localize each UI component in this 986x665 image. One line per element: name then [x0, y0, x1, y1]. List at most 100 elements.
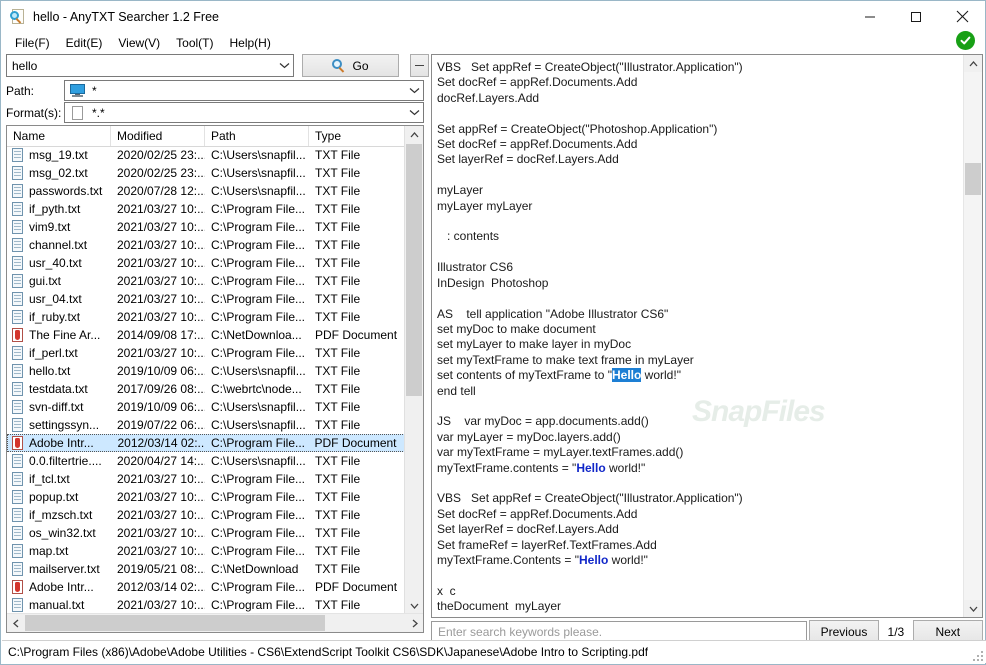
column-header-path[interactable]: Path [205, 126, 309, 146]
scroll-up-icon[interactable] [405, 126, 423, 143]
table-row[interactable]: 0.0.filtertrie.... 2020/04/27 14:... C:\Us… [7, 452, 407, 470]
preview-search-input[interactable]: Enter search keywords please. [431, 621, 807, 642]
menu-view[interactable]: View(V) [110, 34, 168, 52]
collapse-panel-button[interactable] [410, 54, 429, 77]
table-row[interactable]: os_win32.txt 2021/03/27 10:... C:\Program … [7, 524, 407, 542]
preview-line: myLayer myLayer [437, 198, 533, 213]
keyword-combobox[interactable]: hello [6, 54, 294, 77]
left-panel: hello Go Path: * Format(s): *.* Name Mod… [1, 54, 429, 639]
table-row[interactable]: svn-diff.txt 2019/10/09 06:... C:\Users\sn… [7, 398, 407, 416]
anytxt-searcher-window: hello - AnyTXT Searcher 1.2 Free File(F)… [0, 0, 986, 665]
table-row[interactable]: manual.txt 2021/03/27 10:... C:\Program Fi… [7, 596, 407, 614]
table-row[interactable]: popup.txt 2021/03/27 10:... C:\Program Fil… [7, 488, 407, 506]
table-row[interactable]: map.txt 2021/03/27 10:... C:\Program File.… [7, 542, 407, 560]
match-highlight: Hello [578, 553, 609, 567]
file-list-horizontal-scrollbar[interactable] [7, 613, 423, 632]
table-row[interactable]: msg_02.txt 2020/02/25 23:... C:\Users\snap… [7, 164, 407, 182]
cell-type: PDF Document [314, 436, 397, 450]
table-row[interactable]: if_tcl.txt 2021/03/27 10:... C:\Program Fi… [7, 470, 407, 488]
preview-line [437, 615, 958, 617]
go-button[interactable]: Go [302, 54, 399, 77]
minimize-button[interactable] [847, 1, 893, 32]
cell-type: TXT File [315, 148, 361, 162]
table-row[interactable]: channel.txt 2021/03/27 10:... C:\Program F… [7, 236, 407, 254]
table-row[interactable]: if_mzsch.txt 2021/03/27 10:... C:\Program … [7, 506, 407, 524]
preview-scroll-thumb[interactable] [965, 163, 981, 195]
file-name-label: vim9.txt [29, 220, 71, 234]
column-header-modified[interactable]: Modified [111, 126, 205, 146]
column-header-name[interactable]: Name [7, 126, 111, 146]
table-row[interactable]: if_pyth.txt 2021/03/27 10:... C:\Program F… [7, 200, 407, 218]
table-row[interactable]: vim9.txt 2021/03/27 10:... C:\Program File… [7, 218, 407, 236]
scroll-right-icon[interactable] [406, 614, 423, 632]
preview-line [437, 568, 958, 583]
cell-modified: 2019/10/09 06:... [117, 400, 205, 414]
status-bar: C:\Program Files (x86)\Adobe\Adobe Utili… [2, 640, 986, 663]
table-row[interactable]: if_ruby.txt 2021/03/27 10:... C:\Program F… [7, 308, 407, 326]
column-header-type[interactable]: Type [309, 126, 407, 146]
close-button[interactable] [939, 1, 985, 32]
resize-grip[interactable] [971, 649, 983, 661]
table-row[interactable]: The Fine Ar... 2014/09/08 17:... C:\NetDow… [7, 326, 407, 344]
path-chevron-down-icon[interactable] [405, 80, 423, 101]
keyword-input[interactable]: hello [7, 59, 275, 73]
preview-line: var myTextFrame = myLayer.textFrames.add… [437, 445, 684, 460]
menu-help[interactable]: Help(H) [222, 34, 279, 52]
table-row[interactable]: Adobe Intr... 2012/03/14 02:... C:\Program… [7, 578, 407, 596]
cell-modified: 2021/03/27 10:... [117, 238, 205, 252]
cell-type: TXT File [315, 562, 361, 576]
formats-combobox[interactable]: *.* [64, 102, 424, 123]
cell-type: TXT File [315, 544, 361, 558]
table-row[interactable]: Adobe Intr... 2012/03/14 02:... C:\Program… [7, 434, 407, 452]
index-status-green-check-icon[interactable] [956, 31, 975, 50]
table-row[interactable]: passwords.txt 2020/07/28 12:... C:\Users\s… [7, 182, 407, 200]
cell-path: C:\Program File... [211, 526, 306, 540]
file-list-vertical-scrollbar[interactable] [404, 126, 423, 614]
preview-text-run: world!" [641, 368, 681, 383]
results-file-list[interactable]: Name Modified Path Type msg_19.txt 2020/0… [6, 125, 424, 633]
text-file-icon [11, 201, 24, 217]
table-row[interactable]: settingssyn... 2019/07/22 06:... C:\Users\… [7, 416, 407, 434]
path-combobox[interactable]: * [64, 80, 424, 101]
preview-line: theDocument myLayer [437, 599, 562, 614]
preview-line: Set layerRef = docRef.Layers.Add [437, 152, 619, 167]
menu-edit[interactable]: Edit(E) [58, 34, 111, 52]
preview-scroll-down-icon[interactable] [964, 600, 982, 617]
cell-modified: 2020/02/25 23:... [117, 166, 205, 180]
document-preview-pane[interactable]: SnapFiles VBS Set appRef = CreateObject(… [431, 54, 983, 618]
cell-path: C:\Program File... [211, 346, 306, 360]
file-list-scroll-thumb[interactable] [406, 144, 422, 396]
table-row[interactable]: usr_04.txt 2021/03/27 10:... C:\Program Fi… [7, 290, 407, 308]
text-file-icon [11, 417, 24, 433]
table-row[interactable]: usr_40.txt 2021/03/27 10:... C:\Program Fi… [7, 254, 407, 272]
table-row[interactable]: hello.txt 2019/10/09 06:... C:\Users\snapf… [7, 362, 407, 380]
cell-type: TXT File [315, 382, 361, 396]
chevron-down-icon[interactable] [275, 55, 293, 76]
cell-type: TXT File [315, 526, 361, 540]
cell-name: usr_40.txt [7, 255, 111, 271]
scroll-down-icon[interactable] [405, 597, 423, 614]
table-row[interactable]: mailserver.txt 2019/05/21 08:... C:\NetDow… [7, 560, 407, 578]
file-list-hscroll-thumb[interactable] [25, 615, 325, 631]
preview-vertical-scrollbar[interactable] [963, 55, 982, 617]
table-row[interactable]: if_perl.txt 2021/03/27 10:... C:\Program F… [7, 344, 407, 362]
text-file-icon [11, 165, 24, 181]
formats-chevron-down-icon[interactable] [405, 102, 423, 123]
menu-file[interactable]: File(F) [7, 34, 58, 52]
cell-name: Adobe Intr... [7, 579, 111, 595]
cell-name: gui.txt [7, 273, 111, 289]
cell-modified: 2017/09/26 08:... [117, 382, 205, 396]
cell-name: 0.0.filtertrie.... [7, 453, 111, 469]
table-row[interactable]: testdata.txt 2017/09/26 08:... C:\webrtc\n… [7, 380, 407, 398]
maximize-button[interactable] [893, 1, 939, 32]
cell-type: PDF Document [315, 580, 398, 594]
table-row[interactable]: msg_19.txt 2020/02/25 23:... C:\Users\snap… [7, 146, 407, 164]
preview-scroll-up-icon[interactable] [964, 55, 982, 72]
preview-text-content[interactable]: VBS Set appRef = CreateObject("Illustrat… [432, 55, 962, 617]
cell-name: if_tcl.txt [7, 471, 111, 487]
formats-label: Format(s): [6, 105, 62, 120]
scroll-left-icon[interactable] [7, 614, 24, 632]
menu-tool[interactable]: Tool(T) [168, 34, 221, 52]
table-row[interactable]: gui.txt 2021/03/27 10:... C:\Program File.… [7, 272, 407, 290]
cell-path: C:\NetDownload [211, 562, 299, 576]
